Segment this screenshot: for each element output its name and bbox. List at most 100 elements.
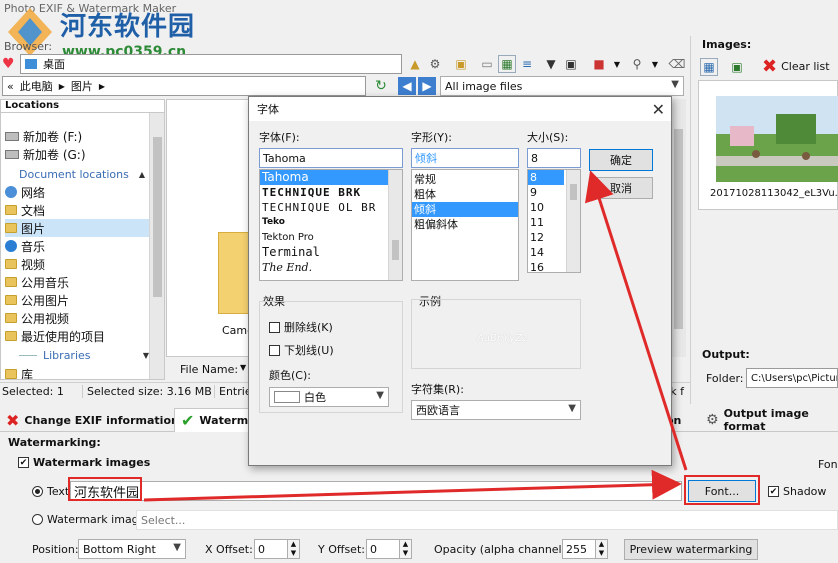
file-list-scrollbar[interactable]	[670, 99, 686, 357]
view-list-icon[interactable]: ▭	[478, 55, 496, 73]
watermark-image-select[interactable]: Select...	[136, 510, 838, 530]
ok-button[interactable]: 确定	[589, 149, 653, 171]
font-name-list[interactable]: Tahoma TECHNIQUE BRK TECHNIQUE OL BR Tek…	[259, 169, 403, 281]
watermark-image-radio[interactable]: Watermark image	[32, 513, 145, 526]
font-style-input[interactable]: 倾斜	[411, 148, 519, 168]
view-details-icon[interactable]: ≡	[518, 55, 536, 73]
size-list-scrollbar[interactable]	[566, 170, 580, 272]
clear-list-button[interactable]: ✖ Clear list	[762, 56, 830, 77]
style-list-item[interactable]: 倾斜	[412, 202, 518, 217]
site-watermark-title: 河东软件园	[60, 12, 196, 42]
text-radio[interactable]: Text	[32, 485, 69, 498]
scrollbar-thumb[interactable]	[392, 240, 399, 260]
favorites-heart-icon[interactable]: ♥	[2, 56, 18, 72]
bookmark-icon[interactable]: ■	[590, 55, 608, 73]
folder-thumbnail-icon[interactable]	[218, 232, 252, 314]
tree-section-document-locations[interactable]: Document locations ▲	[19, 166, 149, 182]
tree-item-music[interactable]: 音乐	[5, 237, 45, 255]
font-list-scrollbar[interactable]	[388, 170, 402, 280]
view-thumbnails-icon[interactable]: ▦	[498, 55, 516, 73]
tree-scrollbar[interactable]	[149, 113, 164, 379]
breadcrumb-item-this-pc[interactable]: 此电脑	[20, 78, 53, 94]
tree-item-public-pictures[interactable]: 公用图片	[5, 291, 69, 309]
tree-item-public-videos[interactable]: 公用视频	[5, 309, 69, 327]
tree-item-recent[interactable]: 最近使用的项目	[5, 327, 105, 345]
watermark-text-input[interactable]	[70, 481, 682, 501]
folder-up-icon[interactable]: ▲	[406, 55, 424, 73]
refresh-icon[interactable]: ↻	[372, 77, 390, 95]
search-icon[interactable]: ⚲	[628, 55, 646, 73]
tree-scrollbar-thumb[interactable]	[153, 137, 162, 297]
filter-icon[interactable]: ▼	[542, 55, 560, 73]
size-list-item[interactable]: 8	[528, 170, 564, 185]
font-list-item[interactable]: Terminal	[260, 245, 402, 260]
tree-item-public-music[interactable]: 公用音乐	[5, 273, 69, 291]
spinner-arrows-icon[interactable]: ▲ ▼	[399, 540, 411, 558]
shadow-checkbox[interactable]: ✔ Shadow	[768, 485, 826, 498]
tab-watermark[interactable]: ✔ Waterm	[174, 408, 256, 432]
tree-item-drive-g[interactable]: 新加卷 (G:)	[5, 145, 86, 163]
x-offset-spinner[interactable]: 0 ▲ ▼	[254, 539, 300, 559]
scrollbar-thumb[interactable]	[570, 184, 577, 200]
breadcrumb-item-pictures[interactable]: 图片	[71, 78, 93, 94]
forward-arrow-icon[interactable]: ▶	[418, 77, 436, 95]
font-size-input[interactable]: 8	[527, 148, 581, 168]
tree-section-libraries[interactable]: Libraries ▼	[19, 347, 149, 363]
preview-watermarking-button[interactable]: Preview watermarking	[624, 539, 758, 560]
style-list-item[interactable]: 常规	[412, 172, 518, 187]
chevron-down-icon[interactable]: ▼	[608, 55, 626, 73]
font-style-list[interactable]: 常规 粗体 倾斜 粗偏斜体	[411, 169, 519, 281]
chevron-down-icon[interactable]: ▼	[646, 55, 664, 73]
watermark-images-checkbox[interactable]: ✔ Watermark images	[18, 456, 150, 469]
font-list-item[interactable]: Tekton Pro	[260, 230, 402, 245]
back-arrow-icon[interactable]: ◀	[398, 77, 416, 95]
opacity-spinner[interactable]: 255 ▲ ▼	[562, 539, 608, 559]
monitor-icon[interactable]: ▣	[562, 55, 580, 73]
font-list-item[interactable]: TECHNIQUE OL BR	[260, 200, 402, 215]
breadcrumb-back[interactable]: «	[7, 80, 14, 93]
tab-change-exif[interactable]: ✖ Change EXIF information	[0, 408, 185, 432]
strikeout-checkbox[interactable]: 删除线(K)	[269, 319, 333, 335]
clear-filter-icon[interactable]: ⌫	[668, 55, 686, 73]
font-list-item[interactable]: Teko	[260, 215, 402, 230]
font-size-list[interactable]: 8 9 10 11 12 14 16	[527, 169, 581, 273]
cancel-button[interactable]: 取消	[589, 177, 653, 199]
tree-item-library[interactable]: 库	[5, 365, 33, 379]
file-list-scrollbar-thumb[interactable]	[674, 129, 683, 329]
font-list-item[interactable]: The End.	[260, 260, 402, 275]
font-list-item[interactable]: TECHNIQUE BRK	[260, 185, 402, 200]
close-icon[interactable]: ✕	[652, 100, 665, 119]
new-folder-icon[interactable]: ▣	[452, 55, 470, 73]
charset-select[interactable]: 西欧语言 ▼	[411, 400, 581, 420]
file-name-label: File Name:	[180, 363, 239, 376]
font-list-item[interactable]: Tahoma	[260, 170, 402, 185]
underline-checkbox[interactable]: 下划线(U)	[269, 342, 334, 358]
tree-item-documents[interactable]: 文档	[5, 201, 45, 219]
tree-item-videos[interactable]: 视频	[5, 255, 45, 273]
radio-icon	[32, 486, 43, 497]
position-select[interactable]: Bottom Right ▼	[78, 539, 186, 559]
style-list-item[interactable]: 粗体	[412, 187, 518, 202]
tree-item-drive-f[interactable]: 新加卷 (F:)	[5, 127, 82, 145]
output-folder-input[interactable]: C:\Users\pc\Pictur	[746, 368, 838, 388]
image-grid-icon[interactable]: ▦	[700, 58, 718, 76]
image-thumbnail[interactable]	[716, 96, 838, 182]
file-type-filter-select[interactable]: All image files ▼	[440, 76, 684, 96]
location-input[interactable]: 桌面	[20, 54, 402, 74]
color-select[interactable]: 白色 ▼	[269, 387, 389, 407]
settings-gear-icon[interactable]: ⚙	[426, 55, 444, 73]
y-offset-spinner[interactable]: 0 ▲ ▼	[366, 539, 412, 559]
folder-label: Folder:	[706, 372, 744, 385]
tree-item-pictures[interactable]: 图片	[5, 219, 149, 237]
charset-value: 西欧语言	[416, 404, 460, 417]
spinner-arrows-icon[interactable]: ▲ ▼	[287, 540, 299, 558]
y-offset-value: 0	[370, 542, 377, 556]
spinner-arrows-icon[interactable]: ▲ ▼	[595, 540, 607, 558]
tree-item-network[interactable]: 网络	[5, 183, 45, 201]
font-name-input[interactable]: Tahoma	[259, 148, 403, 168]
breadcrumb[interactable]: « 此电脑 ▶ 图片 ▶	[2, 76, 366, 96]
image-view-icon[interactable]: ▣	[728, 58, 746, 76]
tab-output-format[interactable]: ⚙ Output image format	[700, 407, 838, 433]
chevron-down-icon[interactable]: ▼	[240, 363, 246, 372]
style-list-item[interactable]: 粗偏斜体	[412, 217, 518, 232]
